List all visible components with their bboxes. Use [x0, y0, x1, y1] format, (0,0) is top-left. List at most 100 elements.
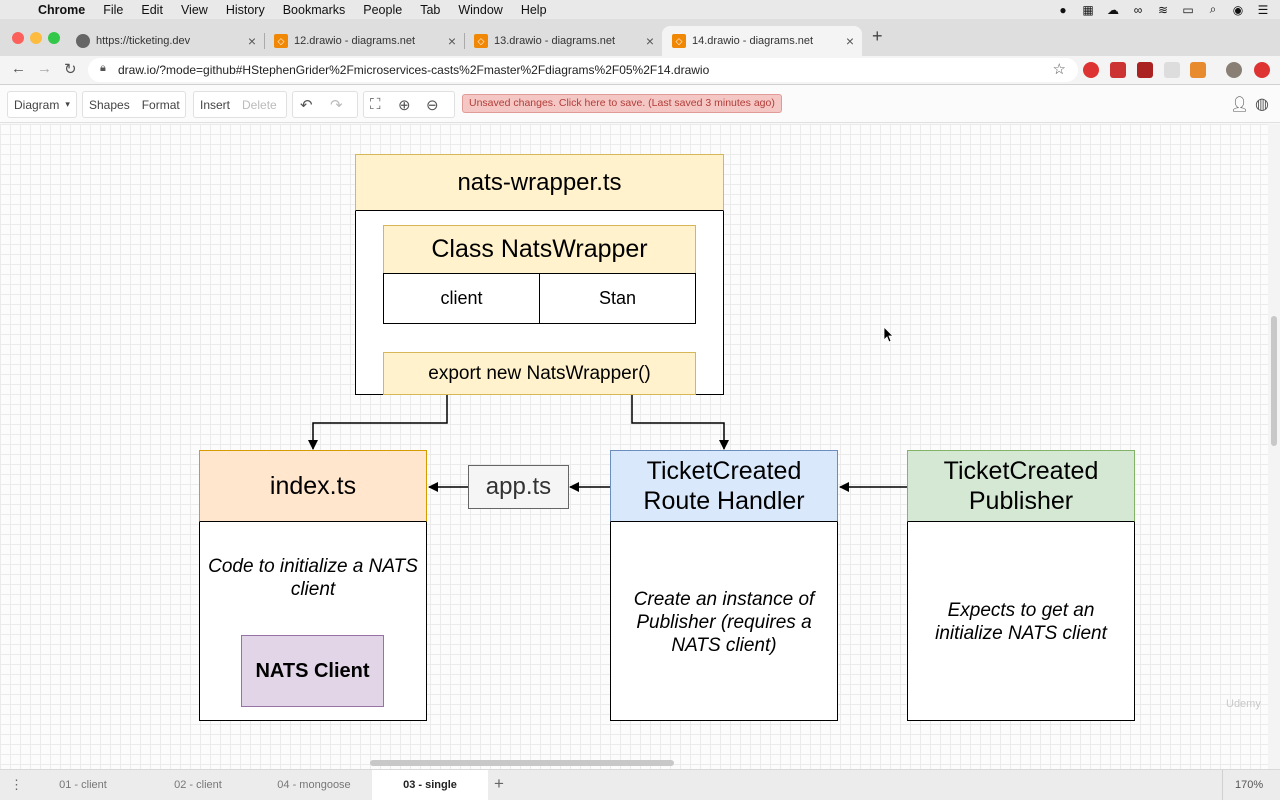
chevron-down-icon: ▾	[65, 99, 70, 109]
menu-app-chrome[interactable]: Chrome	[38, 3, 85, 17]
insert-button[interactable]: Insert	[194, 98, 236, 112]
nats-wrapper-title[interactable]: nats-wrapper.ts	[355, 154, 724, 211]
glasses-icon[interactable]: ∞	[1131, 3, 1145, 17]
page-tab-01-client[interactable]: 01 - client	[26, 770, 140, 800]
browser-tab-strip: https://ticketing.dev × ◇ 12.drawio - di…	[0, 19, 1280, 56]
back-icon[interactable]: ←	[11, 60, 26, 77]
cloud-icon[interactable]: ☁	[1106, 3, 1120, 17]
shapes-button[interactable]: Shapes	[83, 98, 136, 112]
vertical-scrollbar[interactable]	[1268, 124, 1280, 769]
tab-12-drawio[interactable]: ◇ 12.drawio - diagrams.net ×	[264, 26, 465, 56]
horizontal-scroll-thumb[interactable]	[370, 760, 674, 766]
zoom-in-icon[interactable]: ⊕	[398, 96, 411, 114]
diagram-menu[interactable]: Diagram ▾	[7, 91, 77, 118]
search-icon[interactable]: ⌕	[1206, 2, 1220, 17]
class-natswrapper-title[interactable]: Class NatsWrapper	[383, 225, 696, 274]
browser-toolbar: ← → ↻ 🔒︎ draw.io/?mode=github#HStephenGr…	[0, 56, 1280, 85]
format-button[interactable]: Format	[136, 98, 186, 112]
add-page-button[interactable]: +	[494, 770, 504, 798]
diagram-label: Diagram	[14, 97, 60, 112]
battery-icon[interactable]: ▭	[1181, 3, 1195, 17]
menu-edit[interactable]: Edit	[141, 3, 163, 17]
close-window-button[interactable]	[12, 32, 24, 44]
tab-title: 12.drawio - diagrams.net	[294, 35, 416, 47]
shapes-format-group: Shapes Format	[82, 91, 186, 118]
page-tab-03-single[interactable]: 03 - single	[372, 770, 488, 800]
new-tab-button[interactable]: +	[872, 26, 883, 47]
recording-icon[interactable]: ●	[1056, 3, 1070, 17]
menu-view[interactable]: View	[181, 3, 208, 17]
docker-icon[interactable]: ▦	[1081, 3, 1095, 17]
menu-file[interactable]: File	[103, 3, 123, 17]
forward-icon[interactable]: →	[37, 60, 52, 77]
fit-icon[interactable]: ⛶	[370, 96, 381, 113]
close-icon[interactable]: ×	[646, 33, 654, 49]
tab-13-drawio[interactable]: ◇ 13.drawio - diagrams.net ×	[464, 26, 662, 56]
index-ts-description: Code to initialize a NATS client	[208, 556, 418, 600]
siri-icon[interactable]: ◉	[1231, 3, 1245, 17]
profile-avatar[interactable]	[1226, 62, 1242, 78]
drawio-toolbar: Diagram ▾ Shapes Format Insert Delete ↶ …	[0, 85, 1280, 123]
page-tab-04-mongoose[interactable]: 04 - mongoose	[256, 770, 372, 800]
lock-icon[interactable]: 🔒︎	[100, 62, 106, 75]
route-handler-title[interactable]: TicketCreated Route Handler	[610, 450, 838, 522]
tab-title: 14.drawio - diagrams.net	[692, 35, 814, 47]
close-icon[interactable]: ×	[248, 33, 256, 49]
vertical-scroll-thumb[interactable]	[1271, 316, 1277, 446]
drawio-icon: ◇	[274, 34, 288, 48]
close-icon[interactable]: ×	[846, 33, 854, 49]
zoom-window-button[interactable]	[48, 32, 60, 44]
menu-people[interactable]: People	[363, 3, 402, 17]
udemy-watermark: Udemy	[1226, 698, 1261, 710]
user-icon[interactable]: 👤︎	[1230, 95, 1249, 113]
update-icon[interactable]	[1254, 62, 1270, 78]
undo-icon[interactable]: ↶	[300, 96, 313, 114]
insert-delete-group: Insert Delete	[193, 91, 287, 118]
index-ts-title[interactable]: index.ts	[199, 450, 427, 522]
drawio-icon: ◇	[672, 34, 686, 48]
tab-title: https://ticketing.dev	[96, 35, 191, 47]
language-globe-icon[interactable]: ◍	[1255, 94, 1269, 114]
menu-tab[interactable]: Tab	[420, 3, 440, 17]
minimize-window-button[interactable]	[30, 32, 42, 44]
status-icons: ● ▦ ☁ ∞ ≋ ▭ ⌕ ◉ ☰	[1056, 0, 1270, 19]
tab-14-drawio[interactable]: ◇ 14.drawio - diagrams.net ×	[662, 26, 862, 56]
drawio-icon: ◇	[474, 34, 488, 48]
unsaved-changes-banner[interactable]: Unsaved changes. Click here to save. (La…	[462, 94, 782, 113]
menu-bookmarks[interactable]: Bookmarks	[283, 3, 346, 17]
metamask-icon[interactable]	[1190, 62, 1206, 78]
globe-icon	[76, 34, 90, 48]
arrow-wrapper-to-index	[308, 395, 448, 450]
tab-ticketing[interactable]: https://ticketing.dev ×	[66, 26, 265, 56]
extension-icon[interactable]	[1164, 62, 1180, 78]
page-tab-02-client[interactable]: 02 - client	[140, 770, 256, 800]
publisher-title[interactable]: TicketCreated Publisher	[907, 450, 1135, 522]
menu-help[interactable]: Help	[521, 3, 547, 17]
delete-button[interactable]: Delete	[236, 98, 283, 112]
notification-center-icon[interactable]: ☰	[1256, 3, 1270, 17]
url-text: draw.io/?mode=github#HStephenGrider%2Fmi…	[118, 63, 710, 77]
close-icon[interactable]: ×	[448, 33, 456, 49]
mouse-cursor-icon	[884, 327, 894, 342]
wifi-icon[interactable]: ≋	[1156, 3, 1170, 17]
macos-menubar: Chrome File Edit View History Bookmarks …	[0, 0, 1280, 19]
extension-icon[interactable]	[1110, 62, 1126, 78]
app-ts-box[interactable]: app.ts	[468, 465, 569, 509]
reload-icon[interactable]: ↻	[64, 60, 77, 78]
redo-icon[interactable]: ↷	[330, 96, 343, 114]
address-bar[interactable]: 🔒︎ draw.io/?mode=github#HStephenGrider%2…	[88, 58, 1078, 82]
nats-client-box[interactable]: NATS Client	[241, 635, 384, 707]
menu-history[interactable]: History	[226, 3, 265, 17]
menu-window[interactable]: Window	[458, 3, 502, 17]
zoom-level[interactable]: 170%	[1222, 770, 1263, 800]
field-stan-label: Stan	[598, 288, 637, 308]
field-client-label: client	[440, 288, 483, 308]
extension-icon[interactable]	[1083, 62, 1099, 78]
pages-menu-icon[interactable]: ⋮	[10, 770, 23, 800]
zoom-out-icon[interactable]: ⊖	[426, 96, 439, 114]
export-natswrapper-box[interactable]: export new NatsWrapper()	[383, 352, 696, 395]
bookmark-star-icon[interactable]: ☆	[1053, 60, 1066, 78]
extension-icon[interactable]	[1137, 62, 1153, 78]
diagram-canvas[interactable]: nats-wrapper.ts Class NatsWrapper client…	[0, 124, 1268, 769]
publisher-description: Expects to get an initialize NATS client	[935, 600, 1107, 644]
